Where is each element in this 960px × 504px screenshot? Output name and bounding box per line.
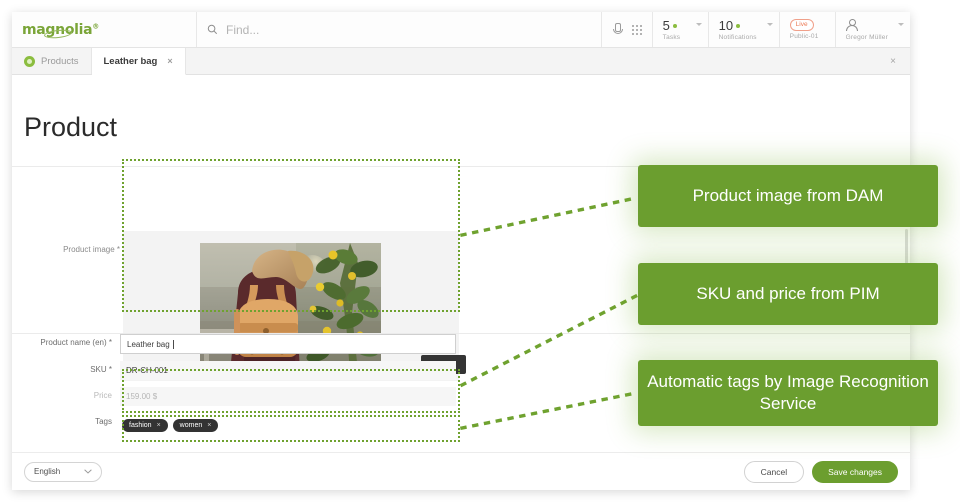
registered-mark: ® [92,21,99,30]
price-value-box[interactable]: 159.00 $ [120,387,456,406]
tab-products[interactable]: Products [12,48,92,74]
magnolia-logo: magnolia® [22,21,99,39]
tag-chip[interactable]: fashion × [122,418,168,432]
close-icon[interactable]: × [207,422,211,429]
product-name-input[interactable]: Leather bag [120,334,456,354]
chevron-down-icon[interactable] [898,23,904,26]
notifications-indicator[interactable]: 10 Notifications [709,12,780,47]
tasks-count: 5 [662,17,670,33]
action-bar: English Cancel Save changes [12,452,910,490]
tab-leather-bag-label: Leather bag [103,55,158,67]
apps-grid-icon[interactable] [631,24,642,35]
callout-product-image-text: Product image from DAM [692,186,884,205]
close-icon[interactable]: × [157,422,161,429]
callout-auto-tags-text: Automatic tags by Image Recognition Serv… [647,372,929,413]
price-value: 159.00 $ [126,392,158,401]
search-icon [207,24,218,35]
screenshot-root: magnolia® 5 [0,0,960,504]
chevron-down-icon[interactable] [695,23,702,26]
tag-chip-label: fashion [129,421,152,429]
callout-auto-tags: Automatic tags by Image Recognition Serv… [638,360,938,426]
circle-dot-icon [24,55,35,67]
tasks-label: Tasks [662,33,681,41]
language-value: English [34,467,61,476]
tags-label: Tags [95,417,112,426]
tasks-alert-dot-icon [672,23,677,28]
top-toolbar: magnolia® 5 [12,12,910,48]
live-status-badge: Live [789,19,814,31]
publish-target-label: Public-01 [789,33,819,40]
save-changes-button[interactable]: Save changes [812,460,898,483]
tab-leather-bag[interactable]: Leather bag × [91,48,186,75]
product-name-control: Leather bag [120,334,456,354]
user-icon [846,18,859,31]
user-menu[interactable]: Gregor Müller [836,12,910,47]
toolbar-icon-group [602,12,653,47]
product-name-label: Product name (en) * [40,338,112,347]
cancel-button[interactable]: Cancel [743,460,805,483]
tags-field[interactable]: fashion × women × [120,413,456,437]
search-input[interactable] [224,21,544,38]
brand-area[interactable]: magnolia® [12,12,197,47]
chevron-down-icon [84,469,92,474]
tab-products-label: Products [41,55,79,67]
callout-sku-price-text: SKU and price from PIM [696,284,880,303]
language-select[interactable]: English [24,461,102,482]
price-control: 159.00 $ [120,387,456,406]
sku-label: SKU * [90,365,112,374]
callout-sku-price: SKU and price from PIM [638,263,938,325]
notifications-label: Notifications [718,33,757,41]
page-title: Product [24,112,118,142]
search-area[interactable] [197,12,602,47]
tag-chip-label: women [179,421,203,429]
text-cursor [172,339,174,349]
notifications-count: 10 [718,17,734,33]
publish-status[interactable]: Live Public-01 [780,12,836,47]
sku-value: DR-CH-001 [126,366,168,375]
tab-bar: Products Leather bag × × [12,48,910,75]
action-buttons: Cancel Save changes [743,460,898,483]
callout-product-image: Product image from DAM [638,165,938,227]
sku-value-box[interactable]: DR-CH-001 [120,361,456,380]
microphone-icon[interactable] [612,23,623,36]
close-icon[interactable]: × [167,56,172,66]
notifications-alert-dot-icon [736,23,741,28]
user-name-label: Gregor Müller [845,33,888,41]
tasks-indicator[interactable]: 5 Tasks [653,12,709,47]
sku-control: DR-CH-001 [120,361,456,380]
tab-bar-spacer [186,48,877,74]
field-product-name: Product name (en) * Leather bag [12,334,910,354]
chevron-down-icon[interactable] [766,23,773,26]
tag-chip[interactable]: women × [172,418,219,432]
close-all-icon[interactable]: × [876,48,910,74]
product-image-label: Product image * [63,245,120,254]
product-name-value: Leather bag [127,339,170,349]
tags-control: fashion × women × [120,413,456,437]
price-label: Price [93,391,112,400]
